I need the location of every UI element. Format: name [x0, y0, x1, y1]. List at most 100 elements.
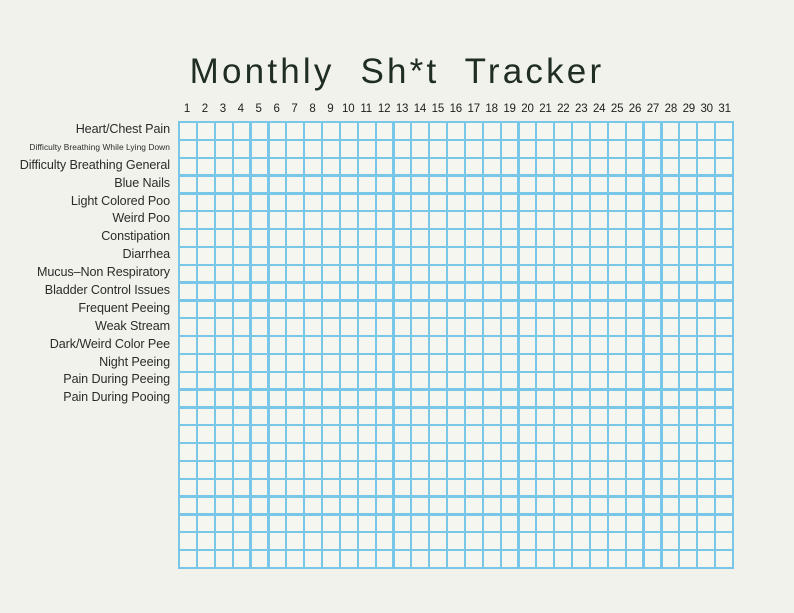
tracker-cell[interactable]	[358, 515, 375, 532]
tracker-cell[interactable]	[198, 176, 214, 193]
tracker-cell[interactable]	[430, 283, 446, 300]
tracker-cell[interactable]	[251, 301, 268, 318]
tracker-cell[interactable]	[644, 265, 661, 282]
tracker-cell[interactable]	[483, 533, 500, 549]
tracker-cell[interactable]	[340, 479, 357, 496]
tracker-cell[interactable]	[644, 444, 661, 460]
tracker-cell[interactable]	[215, 158, 232, 175]
tracker-cell[interactable]	[180, 372, 196, 389]
tracker-cell[interactable]	[323, 301, 339, 318]
tracker-cell[interactable]	[644, 248, 661, 264]
tracker-cell[interactable]	[394, 551, 411, 567]
tracker-cell[interactable]	[501, 248, 518, 264]
tracker-cell[interactable]	[358, 283, 375, 300]
tracker-cell[interactable]	[287, 533, 304, 549]
tracker-cell[interactable]	[537, 283, 554, 300]
tracker-cell[interactable]	[323, 462, 339, 478]
tracker-cell[interactable]	[287, 337, 304, 353]
tracker-cell[interactable]	[412, 158, 429, 175]
tracker-cell[interactable]	[358, 123, 375, 139]
tracker-cell[interactable]	[680, 444, 697, 460]
tracker-cell[interactable]	[626, 444, 643, 460]
tracker-cell[interactable]	[340, 462, 357, 478]
tracker-cell[interactable]	[716, 462, 732, 478]
tracker-cell[interactable]	[394, 212, 411, 228]
tracker-cell[interactable]	[394, 230, 411, 246]
tracker-cell[interactable]	[501, 230, 518, 246]
tracker-cell[interactable]	[323, 390, 339, 407]
tracker-cell[interactable]	[287, 123, 304, 139]
tracker-cell[interactable]	[376, 390, 393, 407]
tracker-cell[interactable]	[251, 444, 268, 460]
tracker-cell[interactable]	[537, 497, 554, 514]
tracker-cell[interactable]	[340, 355, 357, 371]
tracker-cell[interactable]	[358, 372, 375, 389]
tracker-cell[interactable]	[644, 372, 661, 389]
tracker-cell[interactable]	[537, 390, 554, 407]
tracker-cell[interactable]	[680, 551, 697, 567]
tracker-cell[interactable]	[233, 265, 250, 282]
tracker-cell[interactable]	[680, 515, 697, 532]
tracker-cell[interactable]	[573, 301, 589, 318]
tracker-cell[interactable]	[448, 479, 464, 496]
tracker-cell[interactable]	[626, 533, 643, 549]
tracker-cell[interactable]	[233, 533, 250, 549]
tracker-cell[interactable]	[198, 408, 214, 425]
tracker-cell[interactable]	[287, 230, 304, 246]
tracker-cell[interactable]	[466, 551, 482, 567]
tracker-cell[interactable]	[215, 408, 232, 425]
tracker-cell[interactable]	[608, 479, 625, 496]
tracker-cell[interactable]	[573, 337, 589, 353]
tracker-cell[interactable]	[591, 248, 607, 264]
tracker-cell[interactable]	[716, 337, 732, 353]
tracker-cell[interactable]	[716, 141, 732, 157]
tracker-cell[interactable]	[483, 176, 500, 193]
tracker-cell[interactable]	[448, 444, 464, 460]
tracker-cell[interactable]	[430, 551, 446, 567]
tracker-cell[interactable]	[269, 426, 286, 442]
tracker-cell[interactable]	[394, 533, 411, 549]
tracker-cell[interactable]	[537, 444, 554, 460]
tracker-cell[interactable]	[716, 301, 732, 318]
tracker-cell[interactable]	[430, 479, 446, 496]
tracker-cell[interactable]	[698, 158, 714, 175]
tracker-cell[interactable]	[555, 176, 572, 193]
tracker-cell[interactable]	[412, 176, 429, 193]
tracker-cell[interactable]	[662, 265, 679, 282]
tracker-cell[interactable]	[698, 230, 714, 246]
tracker-cell[interactable]	[269, 230, 286, 246]
tracker-cell[interactable]	[215, 212, 232, 228]
tracker-cell[interactable]	[323, 248, 339, 264]
tracker-cell[interactable]	[323, 408, 339, 425]
tracker-cell[interactable]	[555, 301, 572, 318]
tracker-cell[interactable]	[680, 141, 697, 157]
tracker-cell[interactable]	[305, 319, 321, 335]
tracker-cell[interactable]	[591, 265, 607, 282]
tracker-cell[interactable]	[412, 444, 429, 460]
tracker-cell[interactable]	[448, 141, 464, 157]
tracker-cell[interactable]	[591, 212, 607, 228]
tracker-cell[interactable]	[430, 158, 446, 175]
tracker-cell[interactable]	[448, 158, 464, 175]
tracker-cell[interactable]	[662, 372, 679, 389]
tracker-cell[interactable]	[644, 479, 661, 496]
tracker-cell[interactable]	[269, 141, 286, 157]
tracker-cell[interactable]	[358, 301, 375, 318]
tracker-cell[interactable]	[501, 301, 518, 318]
tracker-cell[interactable]	[698, 176, 714, 193]
tracker-cell[interactable]	[519, 123, 536, 139]
tracker-cell[interactable]	[287, 355, 304, 371]
tracker-cell[interactable]	[340, 158, 357, 175]
tracker-cell[interactable]	[626, 158, 643, 175]
tracker-cell[interactable]	[448, 372, 464, 389]
tracker-cell[interactable]	[501, 515, 518, 532]
tracker-cell[interactable]	[644, 515, 661, 532]
tracker-cell[interactable]	[519, 194, 536, 211]
tracker-cell[interactable]	[644, 283, 661, 300]
tracker-cell[interactable]	[233, 248, 250, 264]
tracker-cell[interactable]	[448, 176, 464, 193]
tracker-cell[interactable]	[198, 355, 214, 371]
tracker-cell[interactable]	[394, 372, 411, 389]
tracker-cell[interactable]	[412, 372, 429, 389]
tracker-cell[interactable]	[501, 337, 518, 353]
